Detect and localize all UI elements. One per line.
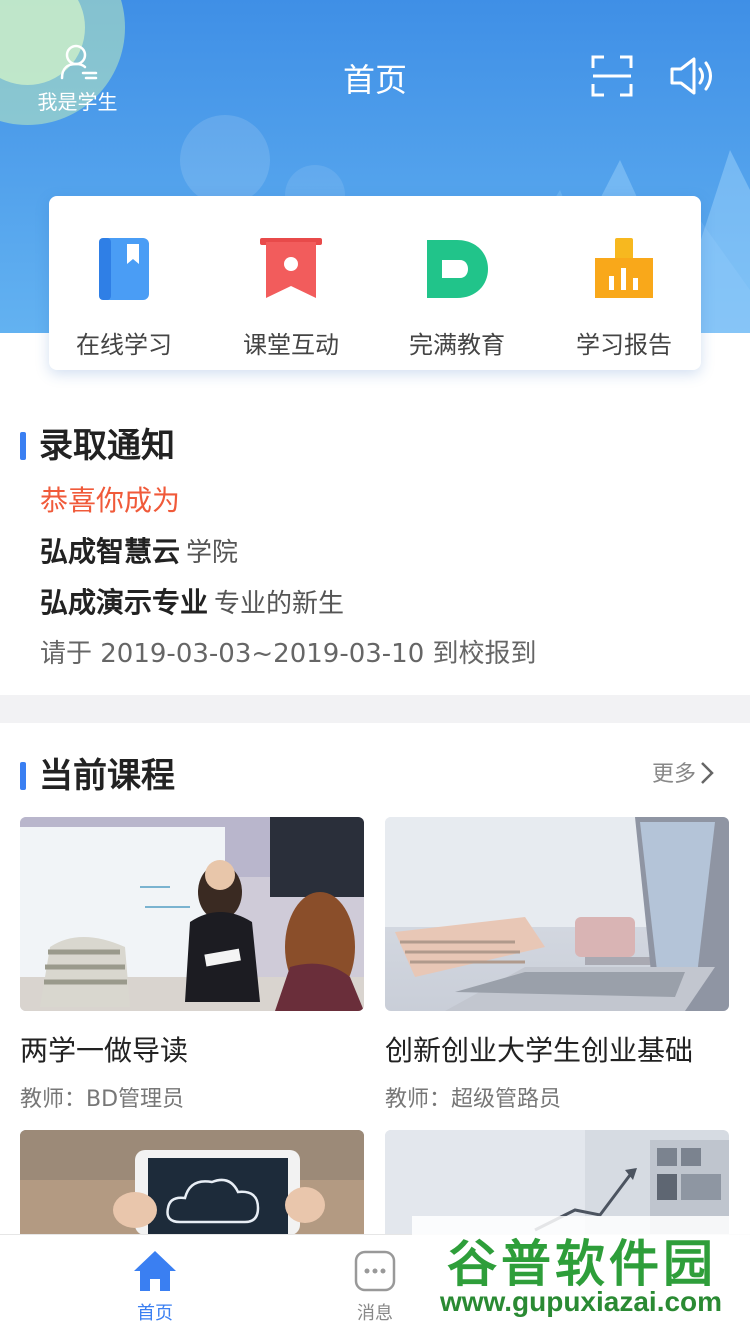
major-suffix: 专业的新生 bbox=[214, 589, 345, 619]
message-icon bbox=[354, 1250, 396, 1292]
course-thumbnail bbox=[20, 817, 364, 1011]
school-name: 弘成智慧云 bbox=[40, 535, 181, 568]
admission-school-line: 弘成智慧云 学院 bbox=[40, 530, 238, 570]
section-divider bbox=[0, 695, 750, 723]
admission-major-line: 弘成演示专业 专业的新生 bbox=[40, 581, 344, 621]
course-name: 创新创业大学生创业基础 bbox=[385, 1034, 694, 1067]
course-thumbnail[interactable] bbox=[20, 1130, 364, 1235]
quick-action-study-report[interactable]: 学习报告 bbox=[559, 234, 689, 360]
major-name: 弘成演示专业 bbox=[40, 586, 209, 619]
admission-section-title: 录取通知 bbox=[20, 418, 175, 467]
bar-chart-icon bbox=[595, 238, 653, 298]
courses-title-text: 当前课程 bbox=[39, 756, 175, 796]
quick-action-full-education[interactable]: 完满教育 bbox=[392, 234, 522, 360]
quick-action-online-study[interactable]: 在线学习 bbox=[59, 234, 189, 360]
course-teacher: 教师：超级管路员 bbox=[385, 1087, 562, 1112]
admission-congrats: 恭喜你成为 bbox=[40, 484, 181, 517]
quick-action-classroom[interactable]: 课堂互动 bbox=[226, 234, 356, 360]
admission-title-text: 录取通知 bbox=[39, 426, 175, 466]
speaker-icon[interactable] bbox=[668, 54, 716, 98]
course-teacher: 教师：BD管理员 bbox=[20, 1087, 185, 1112]
quick-action-label: 在线学习 bbox=[76, 331, 172, 359]
quick-actions-card: 在线学习 课堂互动 完满教育 学习报告 bbox=[49, 196, 701, 370]
scan-icon[interactable] bbox=[590, 54, 634, 98]
chevron-right-icon bbox=[701, 762, 714, 784]
admission-report-date: 请于 2019-03-03~2019-03-10 到校报到 bbox=[40, 639, 537, 669]
watermark-url: www.gupuxiazai.com bbox=[439, 1286, 723, 1317]
user-icon bbox=[60, 44, 97, 80]
more-label: 更多 bbox=[652, 762, 697, 787]
banner-icon bbox=[260, 238, 322, 298]
home-icon bbox=[134, 1251, 176, 1291]
courses-section-title: 当前课程 bbox=[20, 748, 175, 797]
quick-action-label: 完满教育 bbox=[409, 331, 505, 359]
course-card[interactable]: 两学一做导读 教师：BD管理员 bbox=[20, 817, 364, 1113]
student-role-button[interactable]: 我是学生 bbox=[30, 42, 125, 115]
watermark: 谷普软件园 www.gupuxiazai.com bbox=[412, 1216, 750, 1334]
decor-bubble bbox=[180, 115, 270, 205]
page-title: 首页 bbox=[342, 61, 407, 99]
tab-label: 首页 bbox=[137, 1303, 173, 1324]
course-name: 两学一做导读 bbox=[20, 1034, 189, 1067]
student-role-label: 我是学生 bbox=[37, 90, 118, 114]
tab-label: 消息 bbox=[357, 1303, 393, 1324]
section-accent-bar bbox=[20, 762, 26, 790]
tab-home[interactable]: 首页 bbox=[100, 1249, 210, 1325]
course-card[interactable]: 创新创业大学生创业基础 教师：超级管路员 bbox=[385, 817, 729, 1113]
section-accent-bar bbox=[20, 432, 26, 460]
school-suffix: 学院 bbox=[186, 538, 239, 568]
more-courses-link[interactable]: 更多 bbox=[652, 756, 714, 788]
course-thumbnail bbox=[385, 817, 729, 1011]
quick-action-label: 学习报告 bbox=[576, 331, 672, 359]
quick-action-label: 课堂互动 bbox=[243, 331, 339, 359]
book-icon bbox=[99, 238, 149, 300]
d-logo-icon bbox=[427, 240, 488, 298]
